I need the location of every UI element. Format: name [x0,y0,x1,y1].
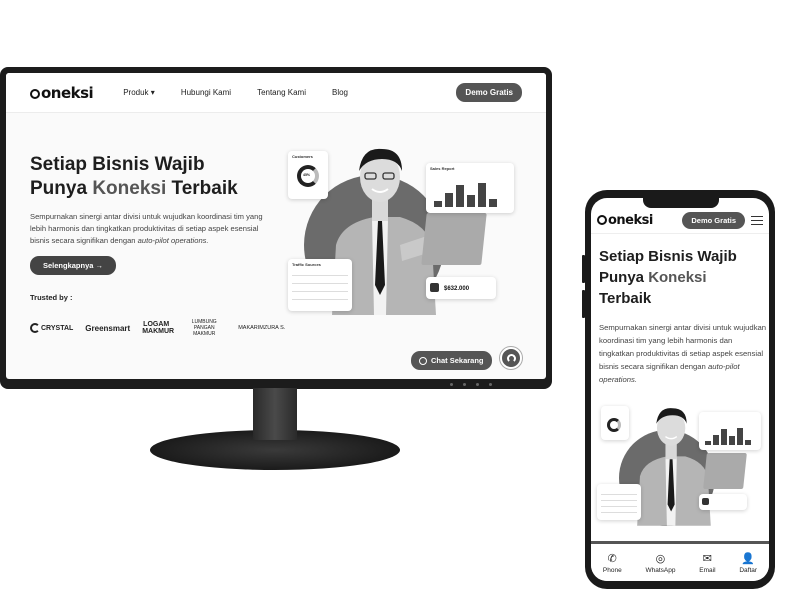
desktop-navbar: oneksi Produk ▾ Hubungi Kami Tentang Kam… [6,73,546,113]
bottom-tab-daftar[interactable]: 👤 Daftar [739,553,757,574]
mobile-bottom-bar: ✆ Phone ◎ WhatsApp ✉ Email 👤 Daftar [591,541,769,581]
mobile-navbar: oneksi Demo Gratis [591,208,769,234]
desktop-menu: Produk ▾ Hubungi Kami Tentang Kami Blog [123,88,348,97]
brand-logo[interactable]: oneksi [30,84,94,102]
mobile-phone: oneksi Demo Gratis Setiap Bisnis Wajib P… [585,190,775,589]
mobile-amount-card [699,494,747,510]
nav-item-produk[interactable]: Produk ▾ [123,88,155,97]
support-headset-button[interactable] [500,347,522,369]
trusted-by-label: Trusted by : [30,293,73,302]
hamburger-menu-icon[interactable] [751,215,763,226]
mobile-hero-description: Sempurnakan sinergi antar divisi untuk w… [599,323,767,384]
bottom-tab-email[interactable]: ✉ Email [699,553,715,574]
desktop-monitor: oneksi Produk ▾ Hubungi Kami Tentang Kam… [0,67,552,389]
mobile-sales-report-card [699,412,761,450]
client-logo-greensmart: Greensmart [85,323,131,333]
brand-logo-mobile[interactable]: oneksi [597,213,653,228]
bottom-tab-phone[interactable]: ✆ Phone [603,553,622,574]
client-logo-makarimzura: MAKARIMZURA S. [238,325,286,331]
mobile-customers-card [601,406,629,440]
client-logo-lumbung-pangan: LUMBUNG PANGAN MAKMUR [191,319,217,337]
headset-icon [506,353,516,363]
phone-icon: ✆ [607,553,617,565]
mobile-screen: oneksi Demo Gratis Setiap Bisnis Wajib P… [591,198,769,581]
bottom-tab-whatsapp[interactable]: ◎ WhatsApp [645,553,675,574]
whatsapp-icon [419,356,427,365]
phone-notch [643,198,719,208]
hero-description: Sempurnakan sinergi antar divisi untuk w… [30,212,263,245]
hero-illustration: Customers 45% Sales Report Traffic Sourc… [282,135,522,315]
mobile-traffic-card [597,484,641,520]
trusted-logos: CRYSTAL Greensmart LOGAM MAKMUR LUMBUNG … [30,319,285,337]
client-logo-logam-makmur: LOGAM MAKMUR [142,321,175,335]
traffic-sources-card: Traffic Sources [288,259,352,311]
hero-title: Setiap Bisnis Wajib Punya Koneksi Terbai… [30,154,238,199]
client-logo-crystal: CRYSTAL [30,323,73,333]
nav-item-tentang-kami[interactable]: Tentang Kami [257,88,306,97]
add-user-icon: 👤 [741,553,756,565]
whatsapp-icon: ◎ [655,553,666,565]
nav-item-hubungi-kami[interactable]: Hubungi Kami [181,88,231,97]
nav-item-blog[interactable]: Blog [332,88,348,97]
email-icon: ✉ [702,553,713,565]
sales-report-card: Sales Report [426,163,514,213]
mobile-hero-title: Setiap Bisnis Wajib Punya Koneksi Terbai… [599,248,737,307]
chat-sekarang-button[interactable]: Chat Sekarang [411,351,492,370]
amount-card: $632.000 [426,277,496,299]
laptop-graphic [421,213,487,265]
monitor-stand-neck [253,388,297,440]
selengkapnya-button[interactable]: Selengkapnya → [30,256,117,275]
demo-gratis-button[interactable]: Demo Gratis [456,83,522,102]
sales-bar-chart [434,183,497,207]
mobile-hero-illustration [597,398,765,528]
mobile-demo-gratis-button[interactable]: Demo Gratis [682,212,745,229]
customers-card: Customers 45% [288,151,328,199]
desktop-screen: oneksi Produk ▾ Hubungi Kami Tentang Kam… [6,73,546,379]
